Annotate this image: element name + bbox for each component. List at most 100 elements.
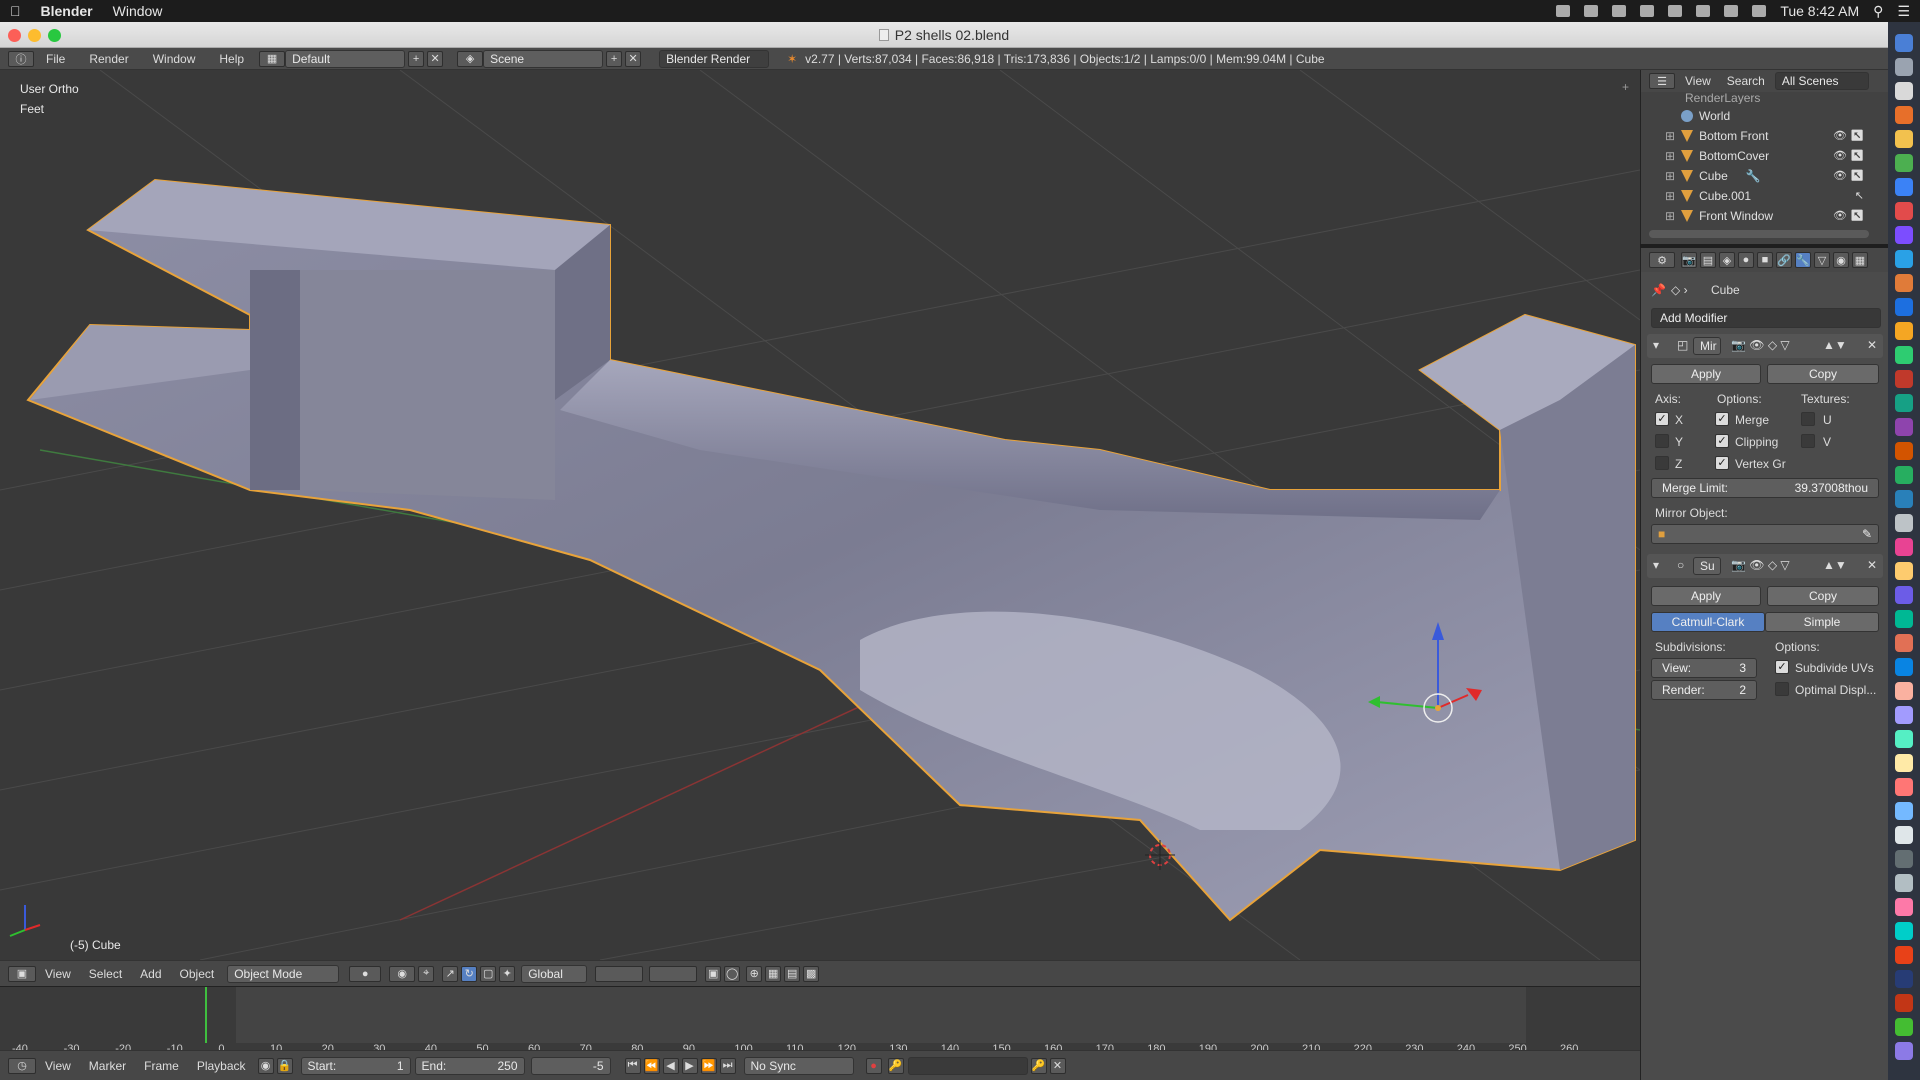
mirror-modifier-name[interactable]: Mir: [1693, 337, 1721, 355]
dock-app-icon[interactable]: [1895, 610, 1913, 628]
layers-tab-icon[interactable]: ▤: [1700, 252, 1716, 268]
dock-app-icon[interactable]: [1895, 178, 1913, 196]
editor-type-3d-icon[interactable]: ▣: [8, 965, 36, 982]
dock-app-icon[interactable]: [1895, 106, 1913, 124]
eject-icon[interactable]: [1668, 5, 1683, 17]
view-levels-field[interactable]: View: 3: [1651, 658, 1757, 678]
insert-keyframe-icon[interactable]: 🔑: [1030, 1057, 1047, 1074]
dock-app-icon[interactable]: [1895, 82, 1913, 100]
start-frame-field[interactable]: Start: 1: [300, 1056, 411, 1075]
dock-app-icon[interactable]: [1895, 658, 1913, 676]
collapse-subsurf-icon[interactable]: ▾: [1653, 558, 1659, 572]
file-menu[interactable]: File: [34, 52, 77, 66]
object-tab-icon[interactable]: ■: [1757, 252, 1773, 268]
collapse-mirror-icon[interactable]: ▾: [1653, 338, 1659, 352]
mirror-move-icons[interactable]: ▲▼: [1823, 338, 1847, 352]
texture-u-checkbox[interactable]: [1801, 412, 1815, 426]
outliner-view-menu[interactable]: View: [1675, 74, 1721, 88]
current-frame-field[interactable]: -5: [530, 1056, 611, 1075]
playback-menu[interactable]: Playback: [188, 1059, 255, 1073]
camera-icon[interactable]: [1584, 5, 1599, 17]
minimize-window-button[interactable]: [28, 29, 41, 42]
data-tab-icon[interactable]: ▽: [1814, 252, 1830, 268]
prev-keyframe-icon[interactable]: ⏪: [643, 1057, 660, 1074]
dock-app-icon[interactable]: [1895, 826, 1913, 844]
axis-x-checkbox[interactable]: ✓: [1655, 412, 1669, 426]
axis-y-checkbox[interactable]: [1655, 434, 1669, 448]
outliner-visibility-column[interactable]: 👁 ↖ 👁 ↖ 👁 ↖ ↖ 👁 ↖: [1804, 126, 1864, 226]
dock-app-icon[interactable]: [1895, 754, 1913, 772]
viewport-shading-icon[interactable]: ●: [349, 965, 382, 982]
add-modifier-dropdown[interactable]: Add Modifier: [1651, 308, 1881, 328]
current-frame-indicator[interactable]: [205, 987, 207, 1043]
lock-layers-icon[interactable]: ▣: [705, 965, 722, 982]
editor-type-timeline-icon[interactable]: ◷: [8, 1057, 36, 1074]
transform-scale-icon[interactable]: ▢: [480, 965, 497, 982]
record-keys-icon[interactable]: ◉: [257, 1057, 274, 1074]
dock-app-icon[interactable]: [1895, 298, 1913, 316]
catmull-clark-button[interactable]: Catmull-Clark: [1651, 612, 1765, 632]
dock-app-icon[interactable]: [1895, 130, 1913, 148]
proportional-edit-icon[interactable]: ◯: [724, 965, 741, 982]
subsurf-toggle-icons[interactable]: 📷 👁 ◇ ▽: [1731, 558, 1790, 572]
pivot-point-icon[interactable]: ◉: [389, 965, 416, 982]
dock-app-icon[interactable]: [1895, 322, 1913, 340]
dock-app-icon[interactable]: [1895, 874, 1913, 892]
add-scene-icon[interactable]: +: [606, 50, 623, 67]
dock-app-icon[interactable]: [1895, 370, 1913, 388]
subsurf-copy-button[interactable]: Copy: [1767, 586, 1879, 606]
modifiers-tab-icon[interactable]: 🔧: [1795, 252, 1811, 268]
eyedropper-icon[interactable]: ✎: [1862, 527, 1872, 541]
subsurf-apply-button[interactable]: Apply: [1651, 586, 1761, 606]
material-tab-icon[interactable]: ◉: [1833, 252, 1849, 268]
viewport-plus-icon[interactable]: +: [1622, 80, 1629, 94]
apple-icon[interactable]: : [0, 3, 31, 19]
add-menu[interactable]: Add: [131, 967, 170, 981]
3d-viewport[interactable]: User Ortho Feet (-5) Cube +: [0, 70, 1640, 960]
transform-all-icon[interactable]: ✦: [499, 965, 516, 982]
transform-translate-icon[interactable]: ↗: [442, 965, 459, 982]
dock-app-icon[interactable]: [1895, 970, 1913, 988]
merge-checkbox[interactable]: ✓: [1715, 412, 1729, 426]
zoom-window-button[interactable]: [48, 29, 61, 42]
scene-field[interactable]: Scene: [483, 49, 604, 68]
help-menu[interactable]: Help: [207, 52, 256, 66]
simple-button[interactable]: Simple: [1765, 612, 1879, 632]
transform-rotate-icon[interactable]: ↻: [461, 965, 478, 982]
opengl-render-icon[interactable]: ▤: [784, 965, 801, 982]
editor-type-outliner-icon[interactable]: ☰: [1649, 73, 1675, 89]
app-menu[interactable]: Blender: [31, 3, 103, 19]
view-menu[interactable]: View: [36, 967, 80, 981]
pin-icon[interactable]: 📌: [1651, 283, 1666, 297]
keying-set-field[interactable]: [907, 1056, 1028, 1075]
add-layout-icon[interactable]: +: [408, 50, 425, 67]
merge-limit-field[interactable]: Merge Limit: 39.37008thou: [1651, 478, 1879, 498]
wifi-icon[interactable]: [1724, 5, 1739, 17]
dock-app-icon[interactable]: [1895, 634, 1913, 652]
editor-type-info-icon[interactable]: ⓘ: [8, 50, 34, 67]
dock-app-icon[interactable]: [1895, 850, 1913, 868]
world-tab-icon[interactable]: ●: [1738, 252, 1754, 268]
subsurf-move-icons[interactable]: ▲▼: [1823, 558, 1847, 572]
dock-app-icon[interactable]: [1895, 706, 1913, 724]
remove-subsurf-icon[interactable]: ✕: [1867, 558, 1877, 572]
constraints-tab-icon[interactable]: 🔗: [1776, 252, 1792, 268]
creative-cloud-icon[interactable]: [1556, 5, 1571, 17]
dock-app-icon[interactable]: [1895, 154, 1913, 172]
screen-layout-field[interactable]: Default: [285, 49, 406, 68]
dock-app-icon[interactable]: [1895, 682, 1913, 700]
layers-group-2[interactable]: [649, 965, 698, 982]
render-menu[interactable]: Render: [77, 52, 140, 66]
subsurf-modifier-name[interactable]: Su: [1693, 557, 1721, 575]
remove-layout-icon[interactable]: ✕: [427, 50, 444, 67]
dock-app-icon[interactable]: [1895, 34, 1913, 52]
subdivide-uvs-checkbox[interactable]: ✓: [1775, 660, 1789, 674]
dock-app-icon[interactable]: [1895, 490, 1913, 508]
optimal-display-checkbox[interactable]: [1775, 682, 1789, 696]
mesh-cube-shell[interactable]: [26, 178, 1636, 922]
dock-app-icon[interactable]: [1895, 58, 1913, 76]
spotlight-icon[interactable]: ⚲: [1873, 3, 1883, 20]
remove-mirror-icon[interactable]: ✕: [1867, 338, 1877, 352]
viewport-canvas[interactable]: [0, 70, 1640, 960]
dock-app-icon[interactable]: [1895, 514, 1913, 532]
